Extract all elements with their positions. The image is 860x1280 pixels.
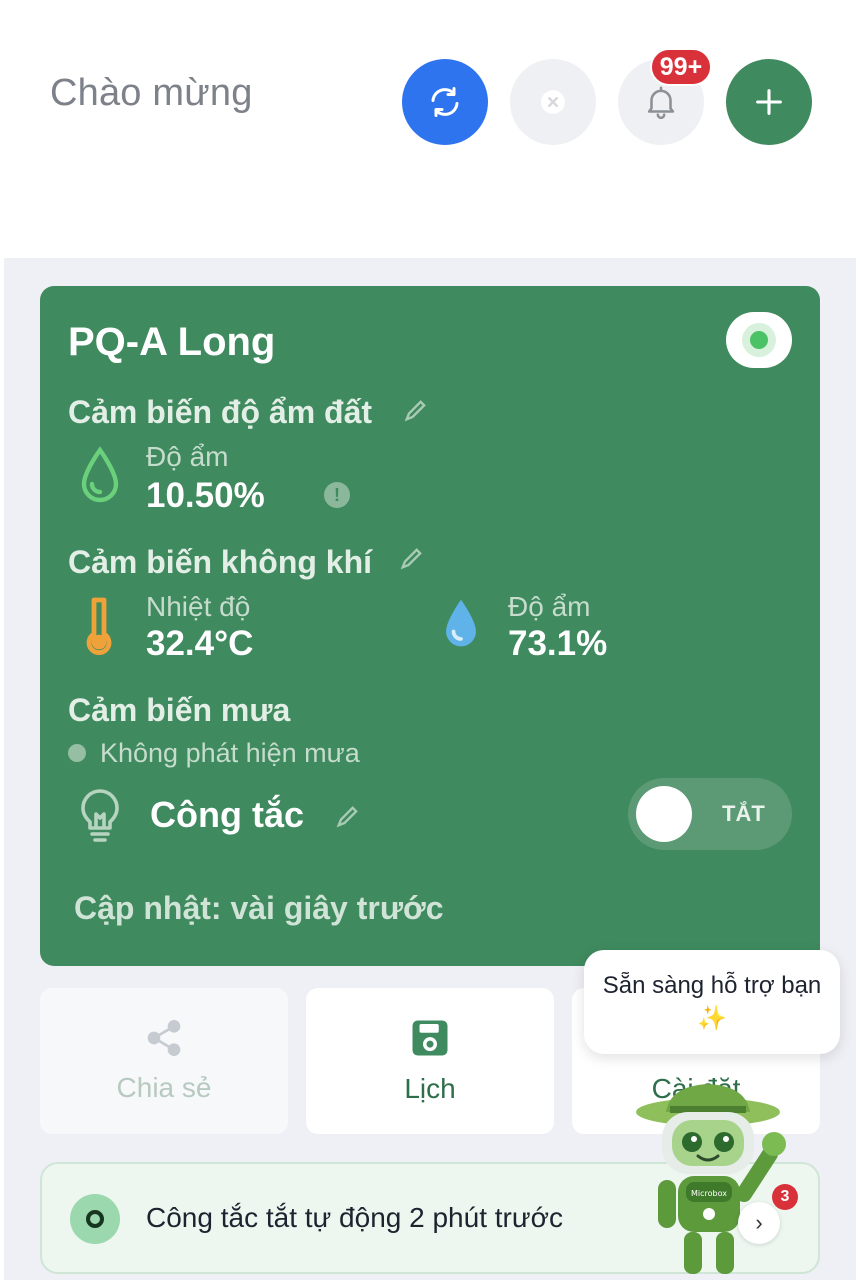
air-sensor-title: Cảm biến không khí [68,544,373,580]
refresh-button[interactable] [402,59,488,145]
warning-info-icon[interactable]: ! [324,482,350,508]
save-schedule-icon [412,1020,448,1056]
assistant-count-badge: 3 [772,1184,798,1210]
toggle-knob [636,786,692,842]
notification-count-badge: 99+ [650,48,712,86]
device-name: PQ-A Long [68,320,276,364]
rain-sensor-title: Cảm biến mưa [68,692,291,728]
edit-air-sensor-icon[interactable] [398,544,426,572]
edit-switch-icon[interactable] [334,802,362,830]
temperature-value: 32.4°C [146,624,254,663]
temperature-label: Nhiệt độ [146,591,251,622]
notification-text: Công tắc tắt tự động 2 phút trước [146,1202,563,1233]
assistant-robot-avatar[interactable]: Microbox [630,1082,800,1280]
share-icon [147,1019,181,1056]
soil-humidity-label: Độ ẩm [146,441,229,472]
water-drop-icon [446,599,476,647]
schedule-label: Lịch [404,1073,456,1104]
refresh-icon [431,87,459,117]
close-circle-icon [541,90,565,114]
switch-label: Công tắc [150,794,305,835]
rain-status-text: Không phát hiện mưa [100,738,360,768]
water-drop-outline-icon [81,446,119,503]
air-humidity-label: Độ ẩm [508,591,591,622]
assistant-bubble: Sẵn sàng hỗ trợ bạn ✨ [584,950,840,1054]
chevron-right-icon[interactable]: › [738,1202,780,1244]
svg-text:Microbox: Microbox [691,1189,727,1198]
disconnect-button[interactable] [510,59,596,145]
schedule-button[interactable]: Lịch [306,988,554,1134]
bell-icon [647,86,675,120]
header: Chào mừng 99+ [0,0,860,258]
device-card[interactable]: PQ-A Long Cảm biến độ ẩm đất Độ ẩm 10.50… [40,286,820,966]
last-updated-text: Cập nhật: vài giây trước [74,890,444,926]
thermometer-icon [86,597,112,656]
soil-sensor-title: Cảm biến độ ẩm đất [68,394,373,430]
edit-soil-sensor-icon[interactable] [402,396,430,424]
online-dot-icon [750,331,768,349]
soil-humidity-value: 10.50% [146,476,265,515]
share-label: Chia sẻ [116,1072,212,1103]
share-button[interactable]: Chia sẻ [40,988,288,1134]
toggle-state-label: TẮT [722,801,765,826]
plus-icon [756,89,782,115]
online-status-indicator [726,312,792,368]
rain-status-dot [68,744,86,762]
add-device-button[interactable] [726,59,812,145]
lightbulb-icon [81,789,119,842]
switch-toggle[interactable]: TẮT [628,778,792,850]
air-humidity-value: 73.1% [508,624,608,663]
greeting-text: Chào mừng [50,72,253,114]
notification-status-icon [70,1194,120,1244]
